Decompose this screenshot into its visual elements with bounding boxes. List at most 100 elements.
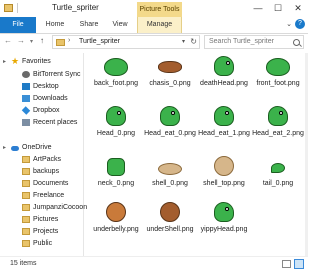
sidebar-item-label: Pictures: [33, 216, 59, 223]
sidebar-item-desktop[interactable]: Desktop: [0, 82, 84, 93]
sidebar-item-label: Downloads: [33, 95, 68, 102]
eye-icon: [117, 111, 121, 115]
file-item[interactable]: underbelly.png: [90, 202, 142, 252]
sidebar-item-pictures[interactable]: Pictures: [0, 215, 84, 226]
file-item[interactable]: back_foot.png: [90, 56, 142, 106]
search-icon[interactable]: [293, 39, 300, 46]
sidebar-item-artpacks[interactable]: ArtPacks: [0, 155, 84, 166]
file-item[interactable]: Head_0.png: [90, 106, 142, 156]
file-name: front_foot.png: [256, 80, 300, 87]
sidebar-item-label: Favorites: [22, 58, 51, 65]
chevron-right-icon[interactable]: ›: [68, 37, 70, 44]
search-input[interactable]: Search Turtle_spriter: [204, 35, 304, 49]
file-item[interactable]: Head_eat_0.png: [144, 106, 196, 156]
folder-icon: [22, 192, 30, 199]
sidebar-item-recent-places[interactable]: Recent places: [0, 118, 84, 129]
file-name: neck_0.png: [97, 180, 135, 187]
sidebar-item-label: backups: [33, 168, 60, 175]
file-name: tail_0.png: [262, 180, 294, 187]
eye-icon: [171, 111, 175, 115]
file-item[interactable]: Head_eat_1.png: [198, 106, 250, 156]
file-item[interactable]: shell_0.png: [144, 156, 196, 206]
file-item[interactable]: tail_0.png: [252, 156, 304, 206]
sidebar-item-jumpanzicocoon[interactable]: JumpanziCocoon: [0, 203, 88, 214]
tab-share[interactable]: Share: [74, 17, 104, 33]
eye-icon: [225, 111, 229, 115]
green-head-thumbnail: [268, 106, 288, 126]
file-item[interactable]: underShell.png: [144, 202, 196, 252]
tab-view[interactable]: View: [108, 17, 132, 33]
window-controls: — ☐ ✕: [248, 0, 308, 17]
sidebar-item-dropbox[interactable]: Dropbox: [0, 106, 84, 117]
file-item[interactable]: shell_top.png: [198, 156, 250, 206]
file-name: underShell.png: [146, 226, 194, 233]
file-item[interactable]: deathHead.png: [198, 56, 250, 106]
back-button[interactable]: ←: [4, 36, 12, 45]
details-view-icon[interactable]: [282, 260, 291, 268]
file-name: underbelly.png: [93, 226, 139, 233]
green-neck-thumbnail: [107, 158, 125, 176]
file-name: Head_eat_1.png: [198, 130, 250, 137]
picture-tools-label: Picture Tools: [137, 2, 182, 17]
minimize-button[interactable]: —: [248, 0, 268, 17]
file-list: back_foot.png chasis_0.png deathHead.png…: [90, 56, 306, 254]
recent-locations-button[interactable]: ▾: [30, 38, 33, 45]
file-item[interactable]: yippyHead.png: [198, 202, 250, 252]
navigation-bar: ← → ▾ ↑ › Turtle_spriter ▾ ↻ Search Turt…: [0, 34, 308, 51]
large-icons-view-icon[interactable]: [294, 259, 304, 269]
refresh-icon[interactable]: ↻: [190, 37, 197, 46]
green-head-thumbnail: [106, 106, 126, 126]
sidebar-item-label: JumpanziCocoon: [33, 204, 88, 211]
sidebar-item-public[interactable]: Public: [0, 239, 84, 250]
sidebar-item-documents[interactable]: Documents: [0, 179, 84, 190]
search-placeholder: Search Turtle_spriter: [209, 38, 274, 45]
scrollbar[interactable]: [305, 53, 308, 256]
tab-home[interactable]: Home: [40, 17, 70, 33]
tab-file[interactable]: File: [0, 17, 36, 33]
file-name: deathHead.png: [200, 80, 248, 87]
sidebar-item-bittorrent-sync[interactable]: BitTorrent Sync: [0, 70, 84, 81]
expand-icon[interactable]: ▸: [3, 58, 6, 65]
sidebar-item-downloads[interactable]: Downloads: [0, 94, 84, 105]
tab-manage[interactable]: Manage: [137, 17, 182, 33]
eye-icon: [279, 111, 283, 115]
file-item[interactable]: neck_0.png: [90, 156, 142, 206]
maximize-button[interactable]: ☐: [268, 0, 288, 17]
divider: [17, 3, 18, 13]
address-dropdown-icon[interactable]: ▾: [182, 38, 185, 45]
folder-icon: [22, 216, 30, 223]
sidebar-item-label: Documents: [33, 180, 69, 187]
folder-icon: [4, 4, 13, 12]
folder-icon: [22, 228, 30, 235]
green-foot-thumbnail: [104, 58, 128, 76]
sidebar-item-label: Desktop: [33, 83, 59, 90]
item-count: 15 items: [10, 260, 37, 267]
tan-shell-thumbnail: [158, 163, 182, 175]
file-item[interactable]: Head_eat_2.png: [252, 106, 304, 156]
recent-places-icon: [22, 119, 30, 126]
file-item[interactable]: front_foot.png: [252, 56, 304, 106]
forward-button[interactable]: →: [17, 36, 25, 45]
close-button[interactable]: ✕: [288, 0, 308, 17]
sidebar-item-favorites[interactable]: ▸ ★ Favorites: [0, 56, 84, 68]
sidebar-item-onedrive[interactable]: ▸ OneDrive: [0, 143, 84, 154]
sidebar-item-label: Recent places: [33, 119, 78, 126]
sidebar-item-backups[interactable]: backups: [0, 167, 84, 178]
file-item[interactable]: chasis_0.png: [144, 56, 196, 106]
folder-icon: [22, 204, 30, 211]
file-name: Head_eat_2.png: [252, 130, 304, 137]
up-button[interactable]: ↑: [40, 36, 44, 45]
expand-icon[interactable]: ▸: [3, 144, 6, 151]
folder-icon: [22, 180, 30, 187]
ribbon-tabs: File Home Share View Manage ⌄ ?: [0, 17, 308, 34]
expand-ribbon-icon[interactable]: ⌄: [286, 20, 292, 28]
address-bar[interactable]: › Turtle_spriter ▾ ↻: [52, 35, 200, 49]
breadcrumb[interactable]: Turtle_spriter: [79, 38, 120, 45]
sidebar-item-freelance[interactable]: Freelance: [0, 191, 84, 202]
help-icon[interactable]: ?: [295, 19, 305, 29]
eye-icon: [226, 61, 230, 65]
sidebar-item-projects[interactable]: Projects: [0, 227, 84, 238]
eye-icon: [225, 207, 229, 211]
tan-shell-top-thumbnail: [214, 156, 234, 176]
status-bar: 15 items: [0, 256, 308, 270]
